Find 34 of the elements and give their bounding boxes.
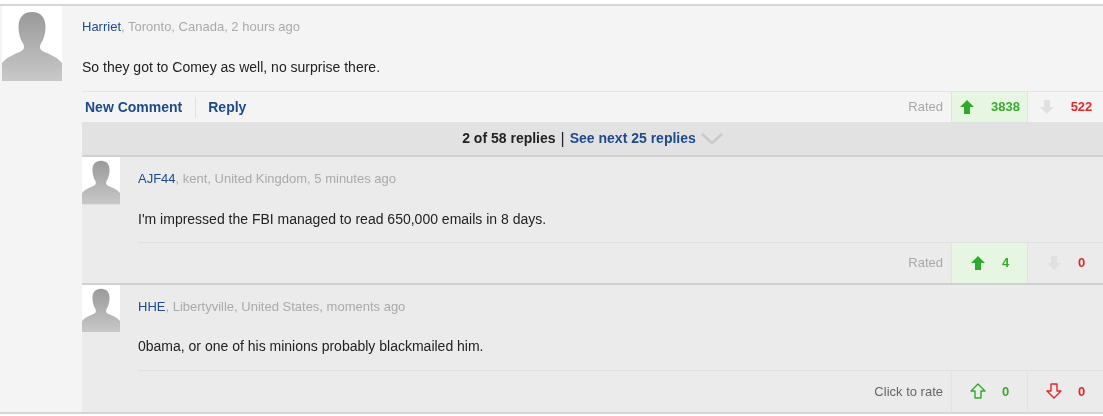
downvote-count: 0 bbox=[1077, 382, 1086, 401]
avatar-silhouette-icon bbox=[82, 284, 120, 333]
downvote-count: 522 bbox=[1070, 98, 1093, 117]
rating-label[interactable]: Click to rate bbox=[874, 381, 951, 402]
comment-byline: AJF44, kent, United Kingdom, 5 minutes ago bbox=[138, 170, 397, 189]
upvote-count: 4 bbox=[1001, 254, 1010, 273]
downvote-button[interactable]: 0 bbox=[1027, 370, 1103, 412]
author-link[interactable]: Harriet bbox=[82, 19, 121, 34]
up-arrow-icon[interactable] bbox=[969, 254, 986, 271]
upvote-button[interactable]: 3838 bbox=[951, 91, 1027, 123]
up-arrow-icon[interactable] bbox=[959, 99, 976, 116]
separator: | bbox=[560, 128, 565, 149]
comment-text: So they got to Comey as well, no surprise there. bbox=[82, 57, 382, 77]
downvote-count: 0 bbox=[1077, 254, 1086, 273]
upvote-count: 0 bbox=[1001, 382, 1010, 401]
down-arrow-icon[interactable] bbox=[1045, 383, 1062, 400]
up-arrow-icon[interactable] bbox=[969, 383, 986, 400]
rating-label: Rated bbox=[908, 98, 944, 117]
reply-text: 0bama, or one of his minions probably blackmailed him. bbox=[138, 337, 485, 357]
reply-text: I'm impressed the FBI managed to read 650,000 emails in 8 days. bbox=[138, 209, 548, 229]
comment-byline: HHE, Libertyville, United States, moments ago bbox=[138, 297, 407, 316]
comment-action-link[interactable]: Reply bbox=[195, 96, 250, 118]
upvote-button[interactable]: 4 bbox=[951, 243, 1027, 283]
avatar-silhouette-icon bbox=[82, 157, 120, 205]
chevron-down-icon[interactable] bbox=[700, 132, 723, 145]
reply-count: 2 of 58 replies bbox=[462, 129, 556, 149]
author-link[interactable]: AJF44 bbox=[138, 171, 176, 187]
comment-action-link[interactable]: New Comment bbox=[82, 96, 186, 118]
rating-label: Rated bbox=[908, 254, 944, 273]
comment-byline: Harriet, Toronto, Canada, 2 hours ago bbox=[82, 18, 301, 36]
upvote-count: 3838 bbox=[991, 98, 1020, 117]
upvote-button[interactable]: 0 bbox=[951, 370, 1027, 412]
see-next-replies-link[interactable]: See next 25 replies bbox=[569, 128, 696, 150]
downvote-button[interactable]: 0 bbox=[1027, 243, 1103, 283]
